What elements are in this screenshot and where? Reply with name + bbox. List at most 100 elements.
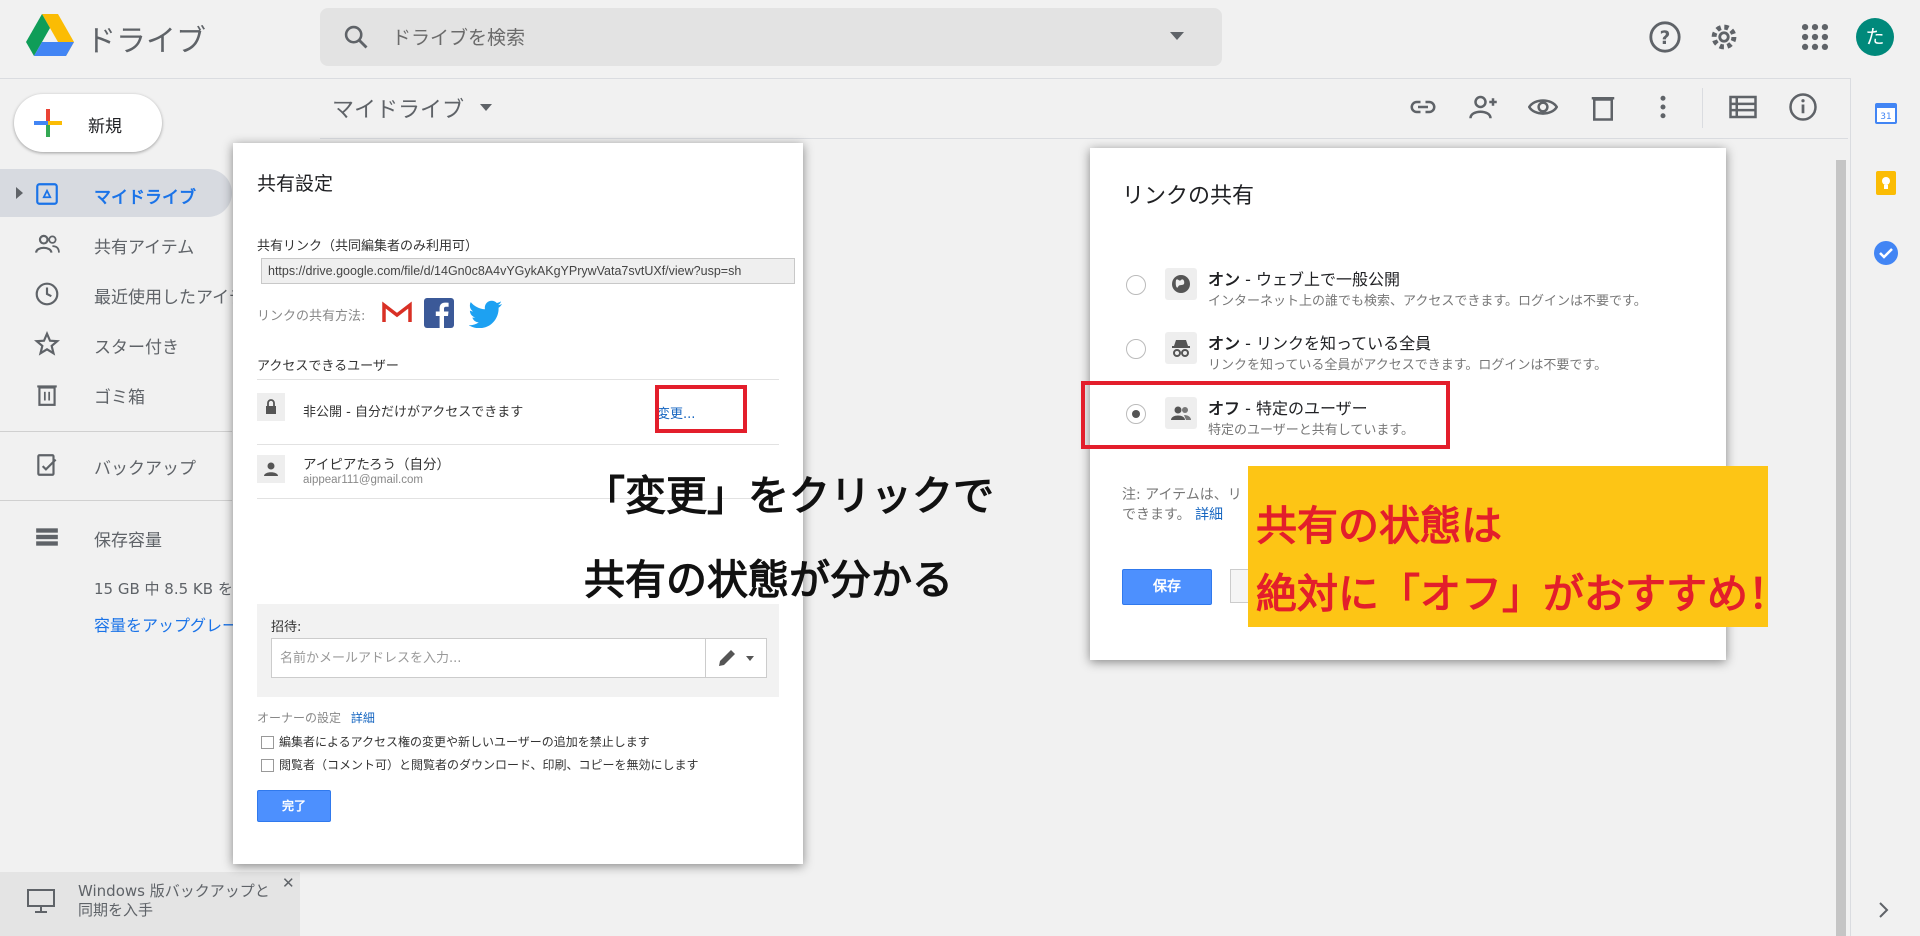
sidebar-item-label: 保存容量 <box>94 531 162 551</box>
pencil-icon <box>719 650 735 666</box>
trash-icon <box>37 385 57 406</box>
backup-icon <box>37 454 57 476</box>
done-button[interactable]: 完了 <box>257 790 331 822</box>
checkbox-disable-download[interactable] <box>261 759 274 772</box>
search-icon[interactable] <box>342 23 370 51</box>
storage-usage-text: 15 GB 中 8.5 KB を使 <box>94 580 248 598</box>
search-input[interactable] <box>390 22 1094 54</box>
keep-icon[interactable] <box>1873 170 1899 196</box>
sidebar-item-label: ゴミ箱 <box>94 388 145 408</box>
callout-line-2: 絶対に「オフ」がおすすめ！ <box>1256 570 1789 618</box>
dialog-title: 共有設定 <box>257 173 334 195</box>
option-public-description: インターネット上の誰でも検索、アクセスできます。ログインは不要です。 <box>1208 294 1647 309</box>
dialog-title: リンクの共有 <box>1122 184 1255 209</box>
search-bar[interactable] <box>320 8 1222 66</box>
radio-anyone-with-link[interactable] <box>1126 339 1146 359</box>
svg-text:?: ? <box>1660 28 1671 49</box>
incognito-person-icon <box>1165 332 1197 364</box>
callout-line-1: 共有の状態は <box>1256 502 1502 550</box>
sidebar-item-storage[interactable]: 保存容量 <box>0 512 232 560</box>
cancel-button[interactable] <box>1230 569 1250 603</box>
checkbox-disable-download-label: 閲覧者（コメント可）と閲覧者のダウンロード、印刷、コピーを無効にします <box>279 758 699 772</box>
sidebar-item-label: マイドライブ <box>94 188 196 208</box>
app-name: ドライブ <box>86 24 206 59</box>
list-view-icon[interactable] <box>1728 92 1758 122</box>
close-icon[interactable]: ✕ <box>282 874 295 892</box>
facebook-icon[interactable] <box>424 298 454 328</box>
header-divider <box>320 138 1848 139</box>
permission-dropdown[interactable] <box>705 638 767 678</box>
preview-eye-icon[interactable] <box>1528 92 1558 122</box>
info-icon[interactable] <box>1788 92 1818 122</box>
side-panel: 31 <box>1850 78 1920 936</box>
my-drive-icon <box>36 183 58 205</box>
sidebar-item-shared[interactable]: 共有アイテム <box>0 219 232 267</box>
note-details-link[interactable]: 詳細 <box>1195 507 1223 523</box>
top-bar: ドライブ ? た <box>0 0 1920 79</box>
sidebar-item-backup[interactable]: バックアップ <box>0 440 232 488</box>
search-options-dropdown-icon[interactable] <box>1170 32 1184 40</box>
share-link-label: 共有リンク（共同編集者のみ利用可） <box>257 239 479 254</box>
tasks-icon[interactable] <box>1873 240 1899 266</box>
get-link-icon[interactable] <box>1408 92 1438 122</box>
off-option-highlight <box>1081 381 1450 449</box>
share-link-field[interactable] <box>261 258 795 284</box>
help-icon[interactable]: ? <box>1648 20 1682 54</box>
owner-settings-details-link[interactable]: 詳細 <box>351 711 375 725</box>
sidebar-item-starred[interactable]: スター付き <box>0 319 232 367</box>
checkbox-restrict-editors[interactable] <box>261 736 274 749</box>
checkbox-restrict-editors-label: 編集者によるアクセス権の変更や新しいユーザーの追加を禁止します <box>279 735 650 749</box>
option-name: - リンクを知っている全員 <box>1240 334 1432 353</box>
option-public-title: オン - ウェブ上で一般公開 <box>1208 266 1400 290</box>
gmail-icon[interactable] <box>381 300 413 326</box>
caption-line-1: 「変更」をクリックで <box>584 472 994 520</box>
caption-line-2: 共有の状態が分かる <box>584 556 953 604</box>
add-person-icon[interactable] <box>1468 92 1498 122</box>
page-title[interactable]: マイドライブ <box>332 92 464 124</box>
svg-text:31: 31 <box>1880 112 1891 122</box>
drive-logo-icon[interactable] <box>26 14 74 58</box>
twitter-icon[interactable] <box>469 300 503 328</box>
sidebar-item-label: バックアップ <box>94 459 196 479</box>
scrollbar[interactable] <box>1836 160 1846 936</box>
monitor-icon <box>27 889 55 913</box>
owner-settings-text: オーナーの設定 <box>257 711 342 725</box>
backup-promo-banner[interactable]: Windows 版バックアップと 同期を入手 ✕ <box>0 872 300 936</box>
chevron-right-icon[interactable] <box>1877 900 1891 920</box>
radio-public-on-web[interactable] <box>1126 275 1146 295</box>
calendar-icon[interactable]: 31 <box>1873 100 1899 126</box>
divider <box>257 379 779 380</box>
storage-icon <box>36 528 58 546</box>
clock-icon <box>35 282 59 306</box>
sidebar-item-recent[interactable]: 最近使用したアイテ <box>0 269 246 317</box>
save-button[interactable]: 保存 <box>1122 569 1212 605</box>
account-avatar[interactable]: た <box>1856 18 1894 56</box>
option-link-description: リンクを知っている全員がアクセスできます。ログインは不要です。 <box>1208 358 1608 373</box>
sidebar-divider <box>0 500 232 501</box>
sidebar-item-my-drive[interactable]: マイドライブ <box>0 169 232 217</box>
chevron-down-icon[interactable] <box>480 104 492 111</box>
sidebar-item-trash[interactable]: ゴミ箱 <box>0 369 232 417</box>
change-link-highlight <box>655 385 747 433</box>
owner-name: アイピアたろう（自分） <box>303 457 451 473</box>
invite-email-input[interactable] <box>271 638 709 678</box>
settings-gear-icon[interactable] <box>1707 20 1741 54</box>
delete-trash-icon[interactable] <box>1588 92 1618 122</box>
privacy-status-text: 非公開 - 自分だけがアクセスできます <box>303 405 524 420</box>
option-state: オン <box>1208 334 1241 353</box>
upgrade-storage-link[interactable]: 容量をアップグレー <box>94 612 238 636</box>
new-button-label: 新規 <box>88 117 122 137</box>
new-button[interactable]: 新規 <box>14 94 162 152</box>
option-link-title: オン - リンクを知っている全員 <box>1208 330 1431 354</box>
divider <box>257 444 779 445</box>
more-vert-icon[interactable] <box>1648 92 1678 122</box>
expand-arrow-icon[interactable] <box>16 187 23 199</box>
apps-grid-icon[interactable] <box>1798 20 1832 54</box>
invite-section: 招待: <box>257 604 779 697</box>
people-icon <box>35 234 60 253</box>
promo-line-2: 同期を入手 <box>78 901 154 919</box>
note-line-1: 注: アイテムは、リ <box>1122 487 1242 503</box>
star-icon <box>34 331 60 356</box>
sidebar-item-label: 共有アイテム <box>94 238 195 258</box>
plus-icon <box>34 109 62 137</box>
